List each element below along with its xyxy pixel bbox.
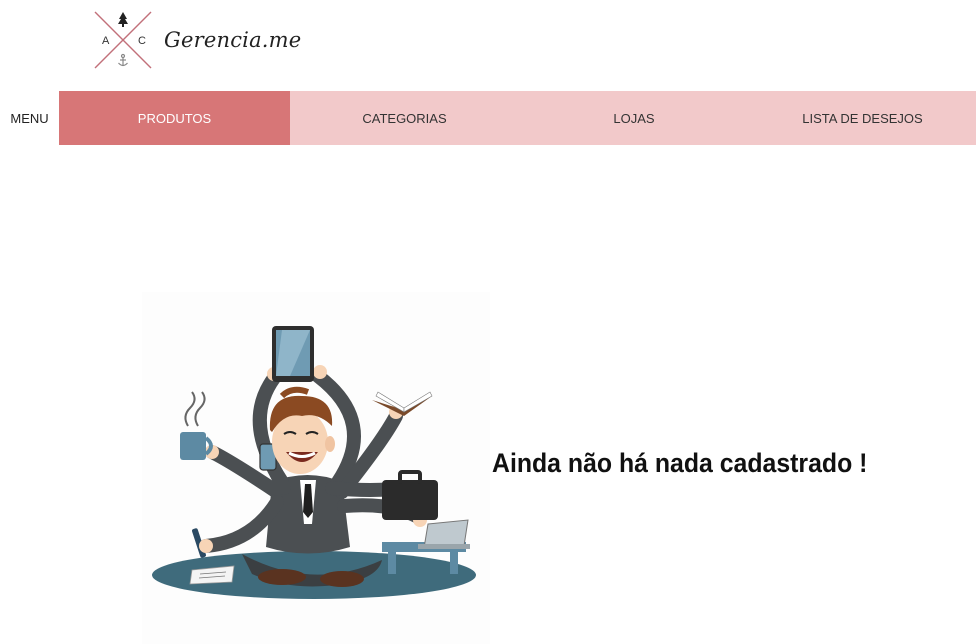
page: A C Gerencia.me MENU PRODUTOS CATEGORIAS… [0,0,976,644]
brand-logo[interactable]: A C Gerencia.me [93,10,301,70]
multitasking-businessman-illustration [142,292,490,644]
nav-item-lojas[interactable]: LOJAS [519,91,749,145]
nav-item-lista-de-desejos[interactable]: LISTA DE DESEJOS [749,91,976,145]
logo-letter-left: A [102,35,110,47]
brand-name: Gerencia.me [164,28,302,52]
menu-toggle-button[interactable]: MENU [0,91,59,145]
nav-item-produtos[interactable]: PRODUTOS [59,91,290,145]
logo-letter-right: C [138,35,146,47]
main-navigation: MENU PRODUTOS CATEGORIAS LOJAS LISTA DE … [0,91,976,145]
logo-mark-icon: A C [93,10,153,70]
nav-item-categorias[interactable]: CATEGORIAS [290,91,519,145]
empty-state-message: Ainda não há nada cadastrado ! [492,448,868,478]
